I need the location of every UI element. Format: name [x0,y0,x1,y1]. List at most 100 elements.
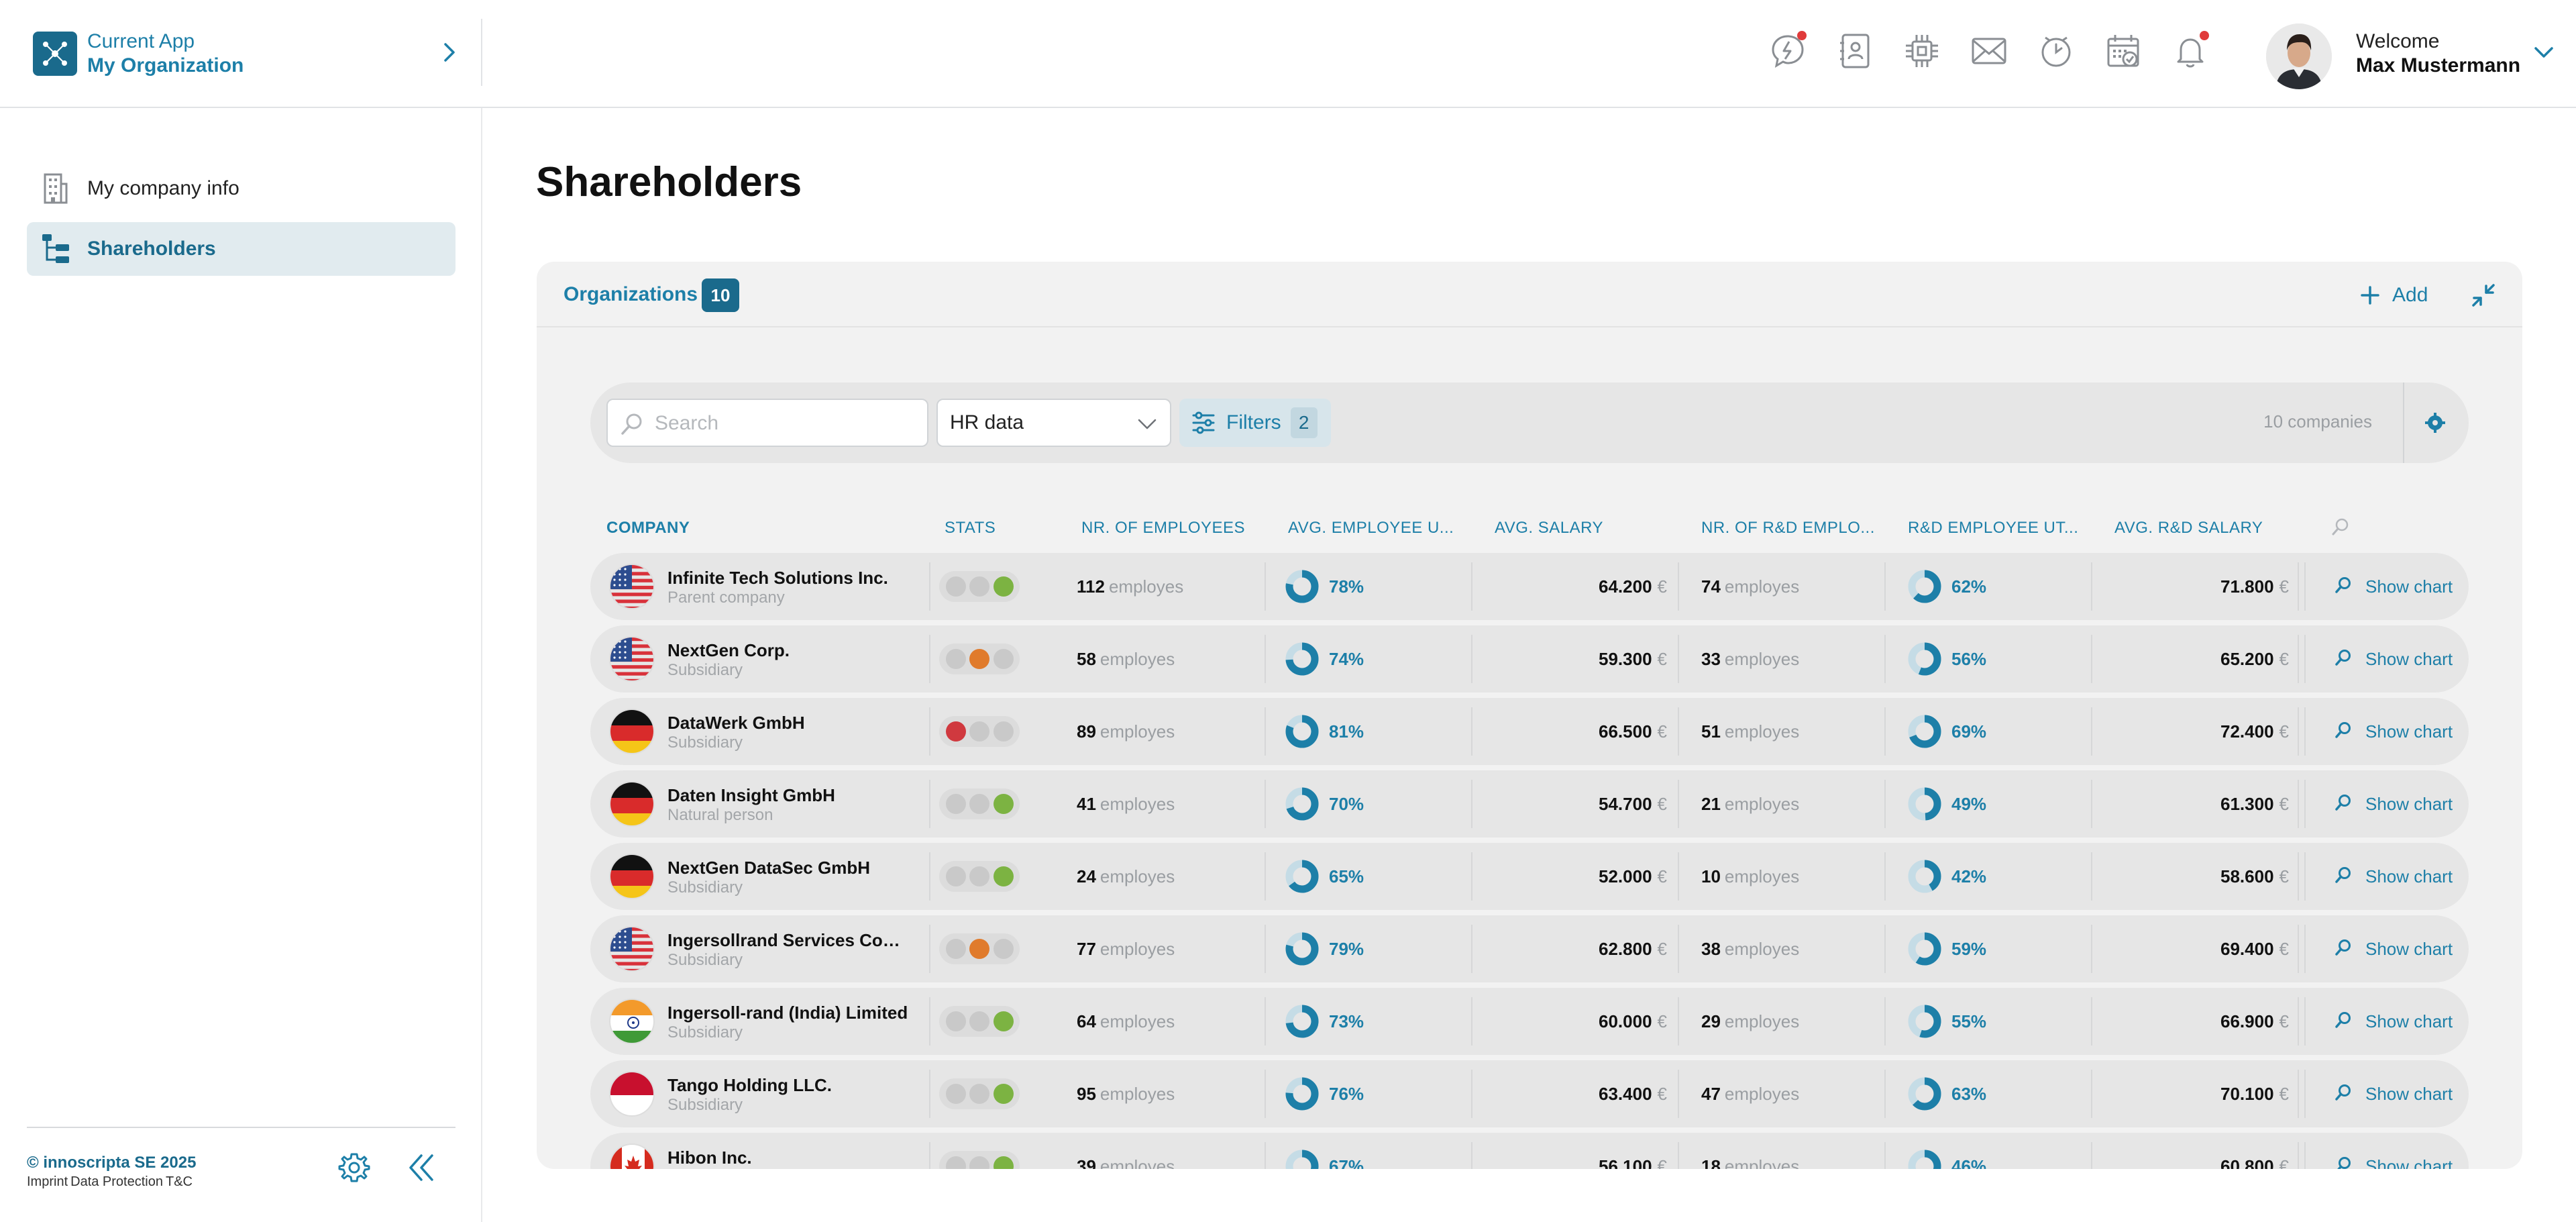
calendar-icon[interactable] [2103,31,2143,71]
mail-icon[interactable] [1969,31,2009,71]
filters-button[interactable]: Filters 2 [1179,399,1331,447]
cell-divider [2304,780,2306,828]
search-input[interactable] [655,408,916,439]
currency-symbol: € [2279,1156,2289,1170]
company-name[interactable]: Infinite Tech Solutions Inc. [667,568,888,589]
status-dot-green [994,794,1014,814]
show-chart-button[interactable]: Show chart [2334,770,2453,837]
company-type: Subsidiary [667,1096,743,1115]
column-search-icon[interactable] [2331,517,2350,541]
utilization-cell: 76% [1285,1060,1364,1127]
employee-unit: employes [1100,866,1175,887]
avatar[interactable] [2266,23,2332,89]
table-row[interactable]: Ingersoll-rand (India) LimitedSubsidiary… [590,988,2469,1055]
company-name[interactable]: Tango Holding LLC. [667,1075,832,1096]
company-name[interactable]: DataWerk GmbH [667,713,805,733]
salary-value: 56.100 [1599,1156,1652,1170]
table-row[interactable]: NextGen DataSec GmbHSubsidiary24employes… [590,843,2469,910]
show-chart-button[interactable]: Show chart [2334,843,2453,910]
search-icon [2334,649,2352,670]
collapse-sidebar-icon[interactable] [402,1149,440,1186]
company-name[interactable]: Daten Insight GmbH [667,785,835,806]
minimize-icon[interactable] [2469,281,2498,310]
show-chart-button[interactable]: Show chart [2334,988,2453,1055]
cell-divider [1265,635,1266,683]
status-dot-grey [946,649,966,669]
settings-gear-icon[interactable] [335,1149,373,1186]
table-row[interactable]: Ingersollrand Services Comp...Subsidiary… [590,915,2469,982]
show-chart-button[interactable]: Show chart [2334,915,2453,982]
employee-unit: employes [1725,1011,1799,1032]
status-indicators [939,1006,1020,1037]
cell-divider [929,997,930,1046]
utilization-value: 78% [1329,576,1364,597]
cell-divider [1678,1142,1679,1169]
search-icon [2334,1156,2352,1170]
dataset-select[interactable]: HR data [936,399,1171,447]
company-type: Subsidiary [667,878,743,897]
chat-icon[interactable] [1768,31,1808,71]
employees-cell: 39employes [1077,1133,1175,1169]
cell-divider [1678,1070,1679,1118]
contacts-icon[interactable] [1835,31,1875,71]
status-dot-grey [946,1084,966,1104]
cell-divider [1678,635,1679,683]
show-chart-button[interactable]: Show chart [2334,698,2453,765]
table-row[interactable]: Daten Insight GmbHNatural person41employ… [590,770,2469,837]
show-chart-button[interactable]: Show chart [2334,553,2453,620]
table-row[interactable]: NextGen Corp.Subsidiary58employes74%59.3… [590,625,2469,693]
column-header-company[interactable]: COMPANY [606,519,690,538]
chevron-down-icon[interactable] [2532,40,2556,64]
company-name[interactable]: Hibon Inc. [667,1148,752,1168]
time-icon[interactable] [2036,31,2076,71]
cell-divider [2091,780,2092,828]
column-header-rd-utilization[interactable]: R&D EMPLOYEE UT... [1908,519,2078,538]
app-logo-icon[interactable] [33,32,77,76]
search-icon [2334,866,2352,887]
page-title: Shareholders [536,158,802,206]
show-chart-button[interactable]: Show chart [2334,1060,2453,1127]
imprint-link[interactable]: Imprint [27,1174,68,1189]
cell-divider [929,1070,930,1118]
show-chart-button[interactable]: Show chart [2334,1133,2453,1169]
bell-icon[interactable] [2170,31,2210,71]
data-protection-link[interactable]: Data Protection [70,1174,163,1189]
status-dot-grey [969,1156,989,1169]
chevron-right-icon[interactable] [437,40,462,64]
add-button[interactable]: Add [2360,281,2428,310]
salary-value: 66.500 [1599,721,1652,742]
column-header-avg-utilization[interactable]: AVG. EMPLOYEE U... [1288,519,1454,538]
rd-utilization-value: 59% [1951,939,1986,960]
chip-icon[interactable] [1902,31,1942,71]
column-header-rd-salary[interactable]: AVG. R&D SALARY [2114,519,2263,538]
rd-employees-cell: 18employes [1701,1133,1799,1169]
column-header-employees[interactable]: NR. OF EMPLOYEES [1081,519,1245,538]
table-row[interactable]: Infinite Tech Solutions Inc.Parent compa… [590,553,2469,620]
rd-employees-cell: 33employes [1701,625,1799,693]
utilization-value: 65% [1329,866,1364,887]
table-row[interactable]: DataWerk GmbHSubsidiary89employes81%66.5… [590,698,2469,765]
sidebar-item-shareholders[interactable]: Shareholders [27,222,455,276]
column-header-avg-salary[interactable]: AVG. SALARY [1495,519,1603,538]
column-header-stats[interactable]: STATS [945,519,996,538]
search-icon [2334,1084,2352,1105]
welcome-block[interactable]: Welcome Max Mustermann [2356,30,2520,78]
cell-divider [1265,997,1266,1046]
company-name[interactable]: NextGen DataSec GmbH [667,858,870,878]
salary-cell: 52.000€ [1479,843,1667,910]
table-settings-icon[interactable] [2422,409,2449,436]
company-name[interactable]: NextGen Corp. [667,640,790,661]
app-switcher[interactable]: Current App My Organization [87,30,244,78]
search-icon [2334,939,2352,960]
cell-divider [2298,852,2299,901]
employee-count: 95 [1077,1084,1096,1105]
company-name[interactable]: Ingersollrand Services Comp... [667,930,909,951]
rd-salary-value: 65.200 [2220,649,2274,670]
terms-link[interactable]: T&C [166,1174,193,1189]
table-row[interactable]: Hibon Inc.Subsidiary39employes67%56.100€… [590,1133,2469,1169]
table-row[interactable]: Tango Holding LLC.Subsidiary95employes76… [590,1060,2469,1127]
sidebar-item-company-info[interactable]: My company info [27,162,455,215]
column-header-rd-employees[interactable]: NR. OF R&D EMPLO... [1701,519,1875,538]
company-name[interactable]: Ingersoll-rand (India) Limited [667,1003,908,1023]
show-chart-button[interactable]: Show chart [2334,625,2453,693]
